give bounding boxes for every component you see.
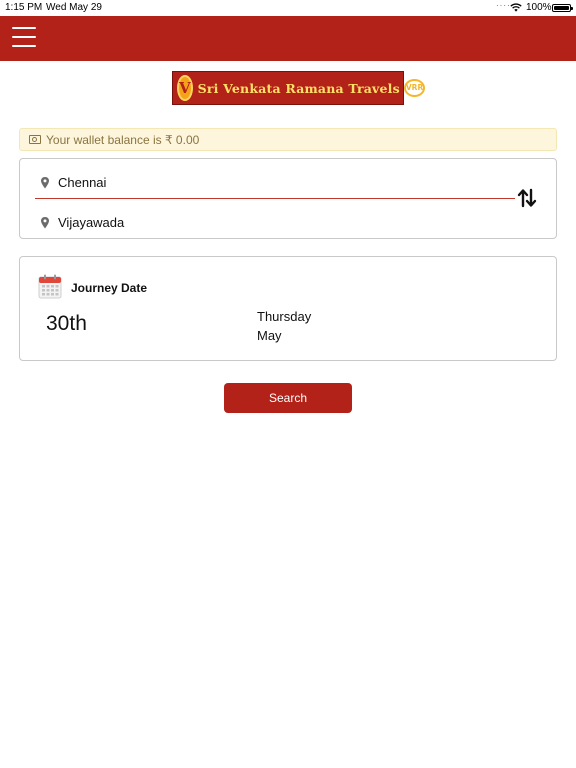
to-city-field[interactable]: Vijayawada	[38, 215, 124, 230]
multitasking-dots-icon: ····	[496, 1, 511, 10]
status-date: Wed May 29	[46, 2, 102, 13]
location-pin-icon	[41, 216, 49, 228]
route-divider	[35, 198, 515, 199]
from-city-field[interactable]: Chennai	[38, 175, 106, 190]
journey-day: 30th	[46, 312, 87, 335]
wallet-balance-banner: Your wallet balance is ₹ 0.00	[19, 128, 557, 151]
logo-emblem: V	[177, 75, 193, 101]
logo-badge: VRR	[403, 79, 426, 97]
journey-date-title: Journey Date	[71, 281, 148, 295]
status-time: 1:15 PM	[5, 2, 43, 13]
logo-text: Sri Venkata Ramana Travels	[197, 80, 400, 96]
location-pin-icon	[41, 176, 49, 188]
money-icon	[29, 135, 41, 144]
journey-date-card[interactable]: Journey Date 30th Thursday May	[19, 256, 557, 361]
battery-percentage: 100%	[526, 2, 552, 13]
from-city-value: Chennai	[58, 175, 107, 190]
hamburger-menu-icon[interactable]	[12, 27, 38, 49]
brand-logo: V Sri Venkata Ramana Travels VRR	[172, 71, 426, 105]
journey-month: May	[257, 328, 282, 343]
route-card: Chennai Vijayawada	[19, 158, 557, 239]
journey-weekday: Thursday	[257, 309, 312, 324]
search-button[interactable]: Search	[224, 383, 352, 413]
app-header	[0, 16, 576, 61]
wifi-icon	[510, 3, 522, 12]
battery-icon	[552, 4, 573, 12]
calendar-icon	[38, 274, 62, 299]
swap-arrows-icon[interactable]	[516, 187, 538, 209]
wallet-balance-text: Your wallet balance is ₹ 0.00	[46, 132, 200, 147]
status-bar: 1:15 PM Wed May 29 ···· 100%	[0, 0, 576, 16]
to-city-value: Vijayawada	[58, 215, 125, 230]
